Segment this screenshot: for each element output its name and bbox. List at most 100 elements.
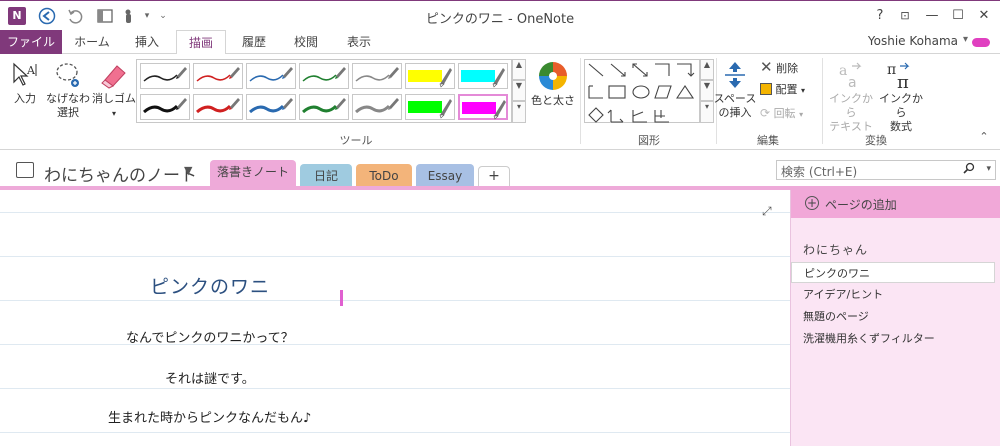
note-line[interactable]: なんでピンクのワニかって？ <box>126 327 294 346</box>
notebook-icon[interactable] <box>16 162 34 178</box>
highlighter-icon <box>461 68 505 88</box>
lasso-select-button[interactable]: なげなわ 選択 <box>46 60 90 120</box>
svg-text:a: a <box>839 63 847 79</box>
rule-line <box>0 432 790 433</box>
note-line[interactable]: 生まれた時からピンクなんだもん♪ <box>108 407 311 426</box>
arrange-button[interactable]: 配置 ▾ <box>760 83 820 98</box>
pen-swatch[interactable] <box>352 94 402 120</box>
ribbon: A 入力 なげなわ 選択 消しゴム ▾ ▲ ▼ ▾ 色と太さ ツール ▲ ▼ ▾… <box>0 54 1000 150</box>
note-line[interactable]: それは謎です。 <box>165 368 255 387</box>
eraser-label: 消しゴム <box>92 92 136 105</box>
group-separator <box>822 58 823 144</box>
rotate-button[interactable]: ⟳ 回転 ▾ <box>760 106 820 122</box>
pen-gallery <box>136 59 512 123</box>
ink-to-math-button[interactable]: π π インクから 数式 <box>876 60 926 134</box>
tab-view[interactable]: 表示 <box>334 30 384 54</box>
window-title: ピンクのワニ - OneNote <box>425 12 575 27</box>
rotate-dropdown-icon[interactable]: ▾ <box>799 110 803 119</box>
pen-swatch[interactable] <box>140 94 190 120</box>
rule-line <box>0 388 790 389</box>
pen-swatch[interactable] <box>299 63 349 89</box>
insert-space-icon <box>725 62 745 88</box>
type-button[interactable]: A 入力 <box>6 60 44 106</box>
lasso-label-2: 選択 <box>57 106 79 119</box>
rotate-label: 回転 <box>773 107 796 120</box>
page-item-pink-wani[interactable]: ピンクのワニ <box>791 262 995 283</box>
section-group-header[interactable]: わにちゃん <box>803 241 868 258</box>
svg-text:A: A <box>26 64 36 77</box>
section-tab-scribble[interactable]: 落書きノート <box>210 160 296 188</box>
page-canvas[interactable]: ⤢ ピンクのワニ なんでピンクのワニかって？ それは謎です。 生まれた時からピン… <box>0 190 790 446</box>
convert-group-label: 変換 <box>865 134 887 147</box>
close-button[interactable]: ✕ <box>974 6 994 26</box>
highlighter-swatch[interactable] <box>405 94 455 120</box>
arrange-label: 配置 <box>775 83 798 96</box>
search-icon[interactable] <box>963 162 975 177</box>
tab-history[interactable]: 履歴 <box>230 30 278 54</box>
collapse-ribbon-icon[interactable]: ⌃ <box>976 130 992 144</box>
pen-swatch[interactable] <box>299 94 349 120</box>
highlighter-icon <box>408 68 452 88</box>
pen-swatch[interactable] <box>193 63 243 89</box>
ribbon-display-options-button[interactable]: ⊡ <box>895 6 915 26</box>
delete-button[interactable]: ✕ 削除 <box>760 60 820 76</box>
pen-icon <box>249 67 293 82</box>
insert-space-label-2: の挿入 <box>718 106 752 119</box>
search-scope-dropdown-icon[interactable]: ▾ <box>986 164 991 174</box>
highlighter-swatch[interactable] <box>405 63 455 89</box>
notebook-dropdown-icon[interactable]: ▼ <box>184 164 192 177</box>
add-section-button[interactable]: + <box>478 166 510 188</box>
insert-space-button[interactable]: スペース の挿入 <box>712 60 758 120</box>
search-input[interactable]: 検索 (Ctrl+E) <box>781 163 857 180</box>
pen-gallery-down-icon[interactable]: ▼ <box>512 80 526 101</box>
shapes-gallery[interactable] <box>584 59 700 123</box>
pen-swatch[interactable] <box>140 63 190 89</box>
notebook-name[interactable]: わにちゃんのノート <box>44 161 197 186</box>
add-page-icon: + <box>805 196 819 210</box>
pen-gallery-more-icon[interactable]: ▾ <box>512 101 526 123</box>
tab-home[interactable]: ホーム <box>66 30 118 54</box>
help-button[interactable]: ? <box>870 6 890 26</box>
maximize-button[interactable]: ☐ <box>948 6 968 26</box>
highlighter-swatch[interactable] <box>458 94 508 120</box>
search-box[interactable]: 検索 (Ctrl+E) ▾ <box>776 160 996 180</box>
ink-to-math-label-1: インクから <box>879 92 923 119</box>
pen-swatch[interactable] <box>246 63 296 89</box>
page-item-untitled[interactable]: 無題のページ <box>791 306 995 327</box>
add-page-button[interactable]: + ページの追加 <box>791 190 1000 218</box>
tab-file[interactable]: ファイル <box>0 30 62 54</box>
text-cursor-icon: A <box>13 62 37 86</box>
pen-swatch[interactable] <box>193 94 243 120</box>
rotate-icon: ⟳ <box>760 106 771 120</box>
lasso-icon <box>56 63 79 87</box>
tab-insert[interactable]: 挿入 <box>122 30 172 54</box>
ink-to-math-icon: π π <box>887 62 910 90</box>
arrange-dropdown-icon[interactable]: ▾ <box>801 86 805 95</box>
user-name[interactable]: Yoshie Kohama <box>868 34 958 48</box>
page-item-lint-filter[interactable]: 洗濯機用糸くずフィルター <box>791 328 995 349</box>
pen-gallery-up-icon[interactable]: ▲ <box>512 59 526 80</box>
shapes-group-label: 図形 <box>638 134 660 147</box>
lasso-label-1: なげなわ <box>46 92 90 105</box>
svg-text:π: π <box>887 62 896 78</box>
color-thickness-button[interactable]: 色と太さ <box>530 60 576 108</box>
user-dropdown-icon[interactable]: ▾ <box>963 34 968 45</box>
ink-to-text-icon: a a <box>839 62 862 90</box>
eraser-dropdown-icon[interactable]: ▾ <box>112 109 116 118</box>
pen-swatch[interactable] <box>352 63 402 89</box>
user-avatar-icon[interactable] <box>972 38 990 47</box>
pen-swatch[interactable] <box>246 94 296 120</box>
group-separator <box>580 58 581 144</box>
tab-draw[interactable]: 描画 <box>176 30 226 55</box>
arrange-icon <box>760 83 772 95</box>
full-page-view-icon[interactable]: ⤢ <box>762 204 772 219</box>
rule-line <box>0 344 790 345</box>
highlighter-swatch[interactable] <box>458 63 508 89</box>
page-item-ideas[interactable]: アイデア/ヒント <box>791 284 995 305</box>
title-bar: N ▾ ⌄ ピンクのワニ - OneNote ? ⊡ — ☐ ✕ <box>0 0 1000 30</box>
page-title[interactable]: ピンクのワニ <box>150 272 270 299</box>
ink-to-text-button[interactable]: a a インクから テキスト <box>826 60 876 134</box>
tab-review[interactable]: 校閲 <box>282 30 330 54</box>
eraser-button[interactable]: 消しゴム ▾ <box>92 60 136 121</box>
minimize-button[interactable]: — <box>922 6 942 26</box>
